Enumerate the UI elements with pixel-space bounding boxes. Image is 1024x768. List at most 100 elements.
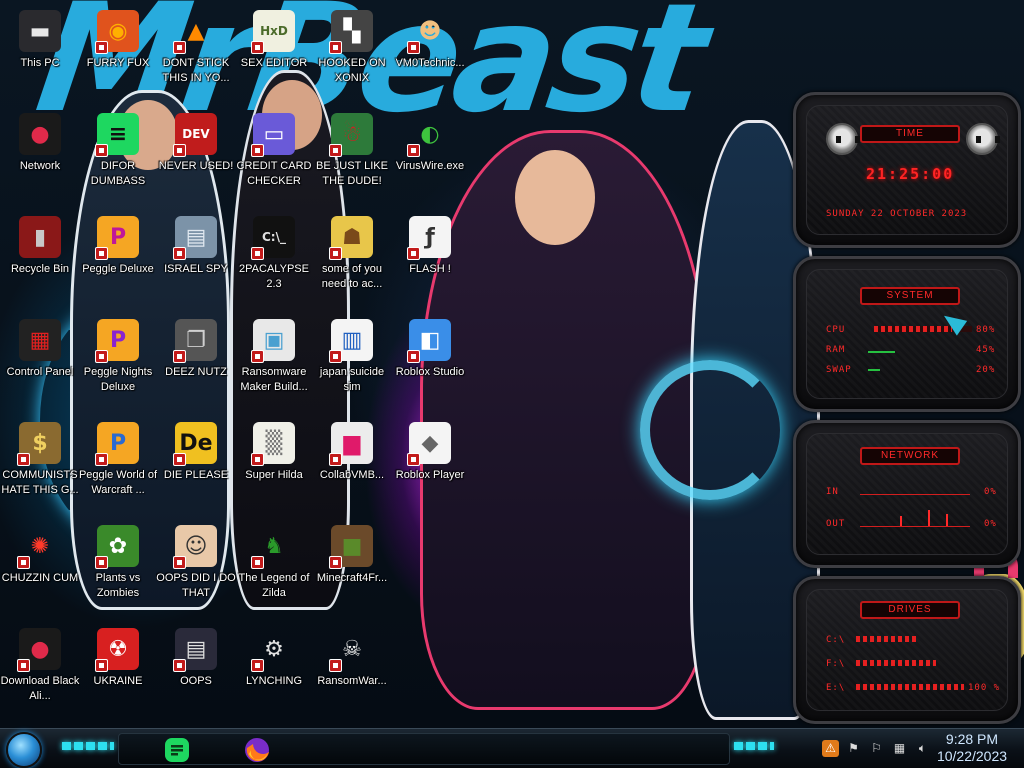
shortcut-overlay-icon <box>407 41 420 54</box>
shortcut-overlay-icon <box>251 556 264 569</box>
shortcut-overlay-icon <box>329 144 342 157</box>
minecraft-block-icon: ■ <box>329 525 373 569</box>
shortcut-overlay-icon <box>251 659 264 672</box>
desktop-icon[interactable]: ≡ DIFOR DUMBASS <box>78 109 158 209</box>
skull-icon: ☠ <box>329 628 373 672</box>
pixel-sprite-icon: ▒ <box>251 422 295 466</box>
shortcut-overlay-icon <box>329 41 342 54</box>
alien-logo-icon <box>826 123 860 155</box>
desktop-icon[interactable]: ☠ RansomWar... <box>312 624 392 724</box>
shortcut-overlay-icon <box>17 453 30 466</box>
pvz-flower-icon: ✿ <box>95 525 139 569</box>
desktop-icon[interactable]: ■ Minecraft4Fr... <box>312 521 392 621</box>
desktop-icon[interactable]: P Peggle Deluxe <box>78 212 158 312</box>
recycle-bin-icon: ▮ <box>19 216 61 258</box>
desktop-icon[interactable]: ❐ DEEZ NUTZ <box>156 315 236 415</box>
desktop-icon-label: BE JUST LIKE THE DUDE! <box>316 160 388 187</box>
desktop-icon[interactable]: ☺ OOPS DID I DO THAT <box>156 521 236 621</box>
desktop-icon-label: Peggle Deluxe <box>82 263 154 275</box>
taskbar-green-app-icon[interactable] <box>163 736 191 764</box>
desktop-icon-label: CollabVMB... <box>319 469 385 481</box>
desktop-icon[interactable]: ☻ VM0Technic... <box>390 6 470 106</box>
shortcut-overlay-icon <box>329 247 342 260</box>
wallpaper-energy-ring <box>640 360 780 500</box>
chuzzle-icon: ✺ <box>17 525 61 569</box>
shortcut-overlay-icon <box>407 453 420 466</box>
desktop-icon[interactable]: ◆ Roblox Player <box>390 418 470 518</box>
time-panel: TIME 21:25:00 SUNDAY 22 OCTOBER 2023 <box>793 92 1021 248</box>
drive-e-value: 100 % <box>968 683 1001 693</box>
desktop-icon[interactable]: ✺ CHUZZIN CUM <box>0 521 80 621</box>
money-bag-icon: $ <box>17 422 61 466</box>
limewire-icon: ◐ <box>407 113 451 157</box>
desktop-icon[interactable]: ☃ BE JUST LIKE THE DUDE! <box>312 109 392 209</box>
network-panel-title: NETWORK <box>860 447 960 465</box>
shortcut-overlay-icon <box>173 453 186 466</box>
desktop-icon[interactable]: C:\_ 2PACALYPSE 2.3 <box>234 212 314 312</box>
alien-logo-icon <box>966 123 1000 155</box>
desktop-icon[interactable]: ▚ HOOKED ON XONIX <box>312 6 392 106</box>
network-icon[interactable]: ▦ <box>891 740 908 757</box>
control-panel-icon: ▦ <box>19 319 61 361</box>
start-button[interactable] <box>6 732 42 768</box>
peggle-nights-icon: P <box>95 319 139 363</box>
desktop-icon-label: Peggle World of Warcraft ... <box>78 469 158 496</box>
desktop-icon-label: COMMUNISTS HATE THIS G... <box>1 469 79 496</box>
desktop-icon[interactable]: P Peggle Nights Deluxe <box>78 315 158 415</box>
desktop-icon[interactable]: ● Network <box>0 109 80 209</box>
desktop-icon[interactable]: ▮ Recycle Bin <box>0 212 80 312</box>
desktop-icon[interactable]: ▤ ISRAEL SPY <box>156 212 236 312</box>
desktop-icon[interactable]: ▤ OOPS <box>156 624 236 724</box>
desktop-icon[interactable]: DEV NEVER USED! <box>156 109 236 209</box>
desktop-icon[interactable]: ▆ CollabVMB... <box>312 418 392 518</box>
shortcut-overlay-icon <box>329 659 342 672</box>
shortcut-overlay-icon <box>407 350 420 363</box>
desktop-icon[interactable]: ◧ Roblox Studio <box>390 315 470 415</box>
ram-value: 45% <box>976 345 996 355</box>
network-in-value: 0% <box>984 487 997 497</box>
desktop-icon[interactable]: P Peggle World of Warcraft ... <box>78 418 158 518</box>
desktop-icon[interactable]: ● Download Black Ali... <box>0 624 80 724</box>
network-out-label: OUT <box>826 519 846 529</box>
drive-e-label: E:\ <box>826 683 846 693</box>
desktop-icon[interactable]: ✿ Plants vs Zombies <box>78 521 158 621</box>
desktop-icon[interactable]: ◉ FURRY FUX <box>78 6 158 106</box>
shortcut-overlay-icon <box>17 659 30 672</box>
desktop-icon[interactable]: ▣ Ransomware Maker Build... <box>234 315 314 415</box>
desktop-icon[interactable]: ▒ Super Hilda <box>234 418 314 518</box>
desktop-icon[interactable]: HxD SEX EDITOR <box>234 6 314 106</box>
desktop-icon-label: NEVER USED! <box>158 160 234 172</box>
desktop-icon[interactable]: ☗ some of you need to ac... <box>312 212 392 312</box>
desktop-icon[interactable]: ▦ Control Panel <box>0 315 80 415</box>
desktop-icon[interactable]: ▬ This PC <box>0 6 80 106</box>
shortcut-overlay-icon <box>95 41 108 54</box>
desktop-icon-label: Ransomware Maker Build... <box>240 366 308 393</box>
desktop-icon[interactable]: ◐ VirusWire.exe <box>390 109 470 209</box>
alert-app-icon[interactable]: ⚠ <box>822 739 839 757</box>
hidden-icons-chevron-icon[interactable]: ⚑ <box>845 740 862 757</box>
desktop-icon[interactable]: ▭ CREDIT CARD CHECKER <box>234 109 314 209</box>
desktop-icon[interactable]: $ COMMUNISTS HATE THIS G... <box>0 418 80 518</box>
desktop-icon[interactable]: ▥ japan suicide sim <box>312 315 392 415</box>
system-monitor-gadget[interactable]: TIME 21:25:00 SUNDAY 22 OCTOBER 2023 SYS… <box>793 92 1021 724</box>
taskbar-clock[interactable]: 9:28 PM 10/22/2023 <box>924 731 1020 765</box>
desktop-icon[interactable]: De DIE PLEASE <box>156 418 236 518</box>
desktop-icon[interactable]: ⚙ LYNCHING <box>234 624 314 724</box>
desktop-icon-label: Roblox Studio <box>395 366 465 378</box>
credit-card-icon: ▭ <box>251 113 295 157</box>
desktop-icon-label: LYNCHING <box>245 675 303 687</box>
shortcut-overlay-icon <box>173 659 186 672</box>
taskbar-firefox-icon[interactable] <box>243 736 271 764</box>
shortcut-overlay-icon <box>251 144 264 157</box>
desktop-icon[interactable]: ƒ FLASH ! <box>390 212 470 312</box>
radiation-icon: ☢ <box>95 628 139 672</box>
time-panel-title: TIME <box>860 125 960 143</box>
desktop-icon[interactable]: ♞ The Legend of Zilda <box>234 521 314 621</box>
desktop-icon-label: Peggle Nights Deluxe <box>83 366 153 393</box>
desktop-icon-label: OOPS <box>180 675 212 687</box>
desktop-icon[interactable]: ▲ DONT STICK THIS IN YO... <box>156 6 236 106</box>
firefox-icon: ◉ <box>95 10 139 54</box>
shortcut-overlay-icon <box>173 247 186 260</box>
desktop-icon[interactable]: ☢ UKRAINE <box>78 624 158 724</box>
flag-icon[interactable]: ⚐ <box>868 740 885 757</box>
